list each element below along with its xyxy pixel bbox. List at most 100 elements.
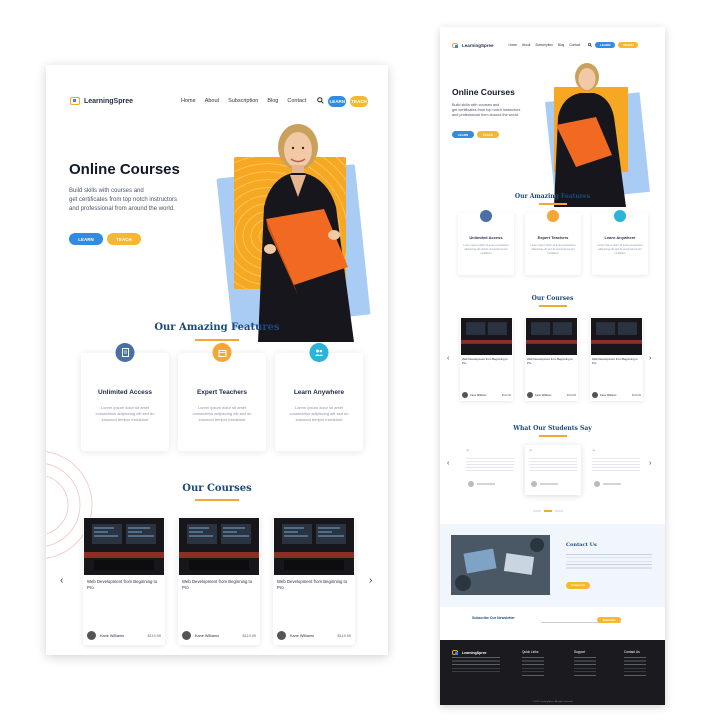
course-card[interactable]: Web Development from Beginning to Pro Ka… (460, 317, 513, 401)
course-author: Kane Williams (290, 633, 315, 638)
course-price: $119.99 (501, 393, 511, 397)
feature-title: Learn Anywhere (604, 235, 636, 240)
course-thumbnail (591, 318, 642, 355)
course-carousel: Web Development from Beginning to Pro Ka… (460, 317, 643, 401)
course-card[interactable]: Web Development from Beginning to Pro Ka… (83, 517, 165, 645)
nav-link-subscription[interactable]: Subscription (535, 43, 553, 47)
nav-link-subscription[interactable]: Subscription (228, 98, 258, 104)
logo[interactable]: LearningSpree (452, 42, 494, 48)
nav-links: Home About Subscription Blog Contact (509, 43, 581, 47)
hero-learn-button[interactable]: LEARN (69, 233, 103, 245)
testimonial-card: “ (462, 445, 518, 495)
hero-line-3: and professional from around the world. (452, 113, 519, 117)
course-card[interactable]: Web Development from Beginning to Pro Ka… (273, 517, 355, 645)
teach-button[interactable]: TEACH (350, 95, 368, 107)
course-price: $119.99 (147, 633, 161, 638)
nav-link-contact[interactable]: Contact (569, 43, 580, 47)
features-list: Unlimited Access Lorem ipsum dolor sit a… (81, 343, 363, 451)
contact-title: Contact Us (566, 542, 597, 548)
footer-column-title: Contact Us (624, 650, 640, 654)
chevron-left-icon[interactable]: ‹ (447, 460, 449, 467)
search-icon[interactable] (588, 42, 593, 48)
course-thumbnail (84, 518, 164, 575)
feature-text: Lorem ipsum dolor sit amet consectetur a… (192, 405, 252, 422)
contact-photo (451, 535, 550, 595)
chevron-right-icon[interactable]: › (649, 460, 651, 467)
hero-buttons: LEARN TEACH (69, 233, 141, 245)
nav-link-blog[interactable]: Blog (267, 98, 278, 104)
course-footer: Kane Williams $119.99 (277, 631, 351, 640)
course-footer: Kane Williams $119.99 (527, 392, 576, 398)
subscribe-button[interactable]: Subscribe (597, 617, 621, 623)
nav-link-home[interactable]: Home (509, 43, 518, 47)
course-price: $119.99 (566, 393, 576, 397)
course-title: Web Development from Beginning to Pro (592, 357, 638, 365)
course-card[interactable]: Web Development from Beginning to Pro Ka… (590, 317, 643, 401)
chevron-right-icon[interactable]: › (649, 355, 651, 362)
hero-teach-button[interactable]: TEACH (477, 131, 499, 138)
chevron-right-icon[interactable]: › (369, 575, 372, 586)
testimonials-title: What Our Students Say (513, 425, 592, 432)
course-thumbnail (461, 318, 512, 355)
footer-about-text (452, 657, 500, 673)
hero-learn-button[interactable]: LEARN (452, 131, 474, 138)
course-title: Web Development from Beginning to Pro (182, 579, 253, 590)
hero-line-2: get certificates from top notch instruct… (69, 197, 178, 203)
newsletter-title: Subscribe Our Newsletter (472, 616, 515, 620)
testimonial-text (529, 458, 577, 472)
nav-link-home[interactable]: Home (181, 98, 196, 104)
course-thumbnail (526, 318, 577, 355)
users-icon (614, 210, 626, 222)
student-name (477, 483, 495, 485)
testimonial-card: “ (525, 445, 581, 495)
student-name (603, 483, 621, 485)
nav-link-about[interactable]: About (522, 43, 530, 47)
avatar (462, 392, 468, 398)
nav-link-blog[interactable]: Blog (558, 43, 564, 47)
testimonials-title-underline (538, 435, 567, 437)
feature-text: Lorem ipsum dolor sit amet consectetur a… (289, 405, 349, 422)
logo[interactable]: LearningSpree (70, 97, 133, 105)
nav-link-contact[interactable]: Contact (287, 98, 306, 104)
top-nav: LearningSpree Home About Subscription Bl… (70, 93, 368, 109)
logo-icon (70, 97, 80, 105)
course-footer: Kane Williams $119.99 (462, 392, 511, 398)
carousel-dot[interactable] (533, 510, 541, 512)
testimonial-text (466, 458, 514, 472)
course-author: Kane Williams (470, 393, 487, 397)
chevron-left-icon[interactable]: ‹ (60, 575, 63, 586)
contact-button[interactable]: Contact Us (566, 582, 590, 589)
footer-logo[interactable]: LearningSpree (452, 650, 487, 655)
chevron-left-icon[interactable]: ‹ (447, 355, 449, 362)
courses-title: Our Courses (182, 483, 252, 494)
quote-icon: “ (466, 449, 470, 456)
feature-card-learn-anywhere: Learn Anywhere Lorem ipsum dolor sit ame… (592, 210, 648, 275)
hero-teach-button[interactable]: TEACH (107, 233, 141, 245)
course-card[interactable]: Web Development from Beginning to Pro Ka… (525, 317, 578, 401)
carousel-dots (533, 510, 563, 512)
contact-text (566, 554, 652, 570)
features-title-underline (195, 339, 239, 341)
full-page-preview: LearningSpree Home About Subscription Bl… (440, 27, 665, 705)
course-card[interactable]: Web Development from Beginning to Pro Ka… (178, 517, 260, 645)
search-icon[interactable] (317, 96, 324, 106)
hero-title: Online Courses (69, 161, 180, 178)
course-thumbnail (179, 518, 259, 575)
learn-button[interactable]: LEARN (328, 95, 347, 107)
feature-title: Unlimited Access (98, 389, 152, 396)
carousel-dot-active[interactable] (544, 510, 552, 512)
learn-button[interactable]: LEARN (595, 42, 616, 48)
testimonial-text (592, 458, 640, 472)
student-name (540, 483, 558, 485)
courses-title-underline (195, 499, 239, 501)
logo-text: LearningSpree (84, 97, 134, 105)
carousel-dot[interactable] (555, 510, 563, 512)
teach-button[interactable]: TEACH (618, 42, 639, 48)
calendar-icon (212, 343, 232, 362)
testimonial-card: “ (588, 445, 644, 495)
course-thumbnail (274, 518, 354, 575)
nav-link-about[interactable]: About (205, 98, 219, 104)
quote-icon: “ (592, 449, 596, 456)
footer-column-title: Support (574, 650, 586, 654)
course-title: Web Development from Beginning to Pro (87, 579, 158, 590)
